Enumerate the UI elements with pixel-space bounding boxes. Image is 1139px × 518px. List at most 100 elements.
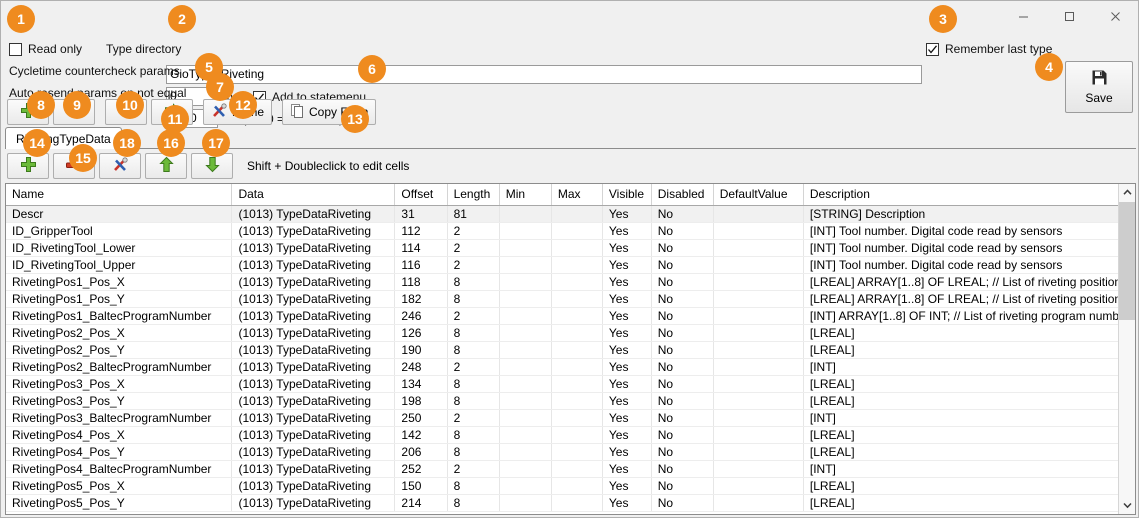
- cell-min[interactable]: [499, 324, 552, 342]
- cell-visible[interactable]: Yes: [602, 375, 652, 393]
- cell-name[interactable]: RivetingPos5_Pos_Y: [6, 494, 233, 512]
- cell-description[interactable]: [LREAL] ARRAY[1..8] OF LREAL; // List of…: [803, 273, 1120, 291]
- cell-defaultvalue[interactable]: [713, 290, 804, 308]
- table-row[interactable]: RivetingPos4_Pos_Y (1013) TypeDataRivetin…: [6, 443, 1120, 461]
- cell-visible[interactable]: Yes: [602, 239, 652, 257]
- cell-offset[interactable]: 150: [394, 477, 448, 495]
- table-row[interactable]: RivetingPos5_Pos_Y (1013) TypeDataRivetin…: [6, 494, 1120, 512]
- cell-defaultvalue[interactable]: [713, 358, 804, 376]
- vertical-scrollbar[interactable]: [1118, 184, 1135, 514]
- cell-disabled[interactable]: No: [651, 324, 714, 342]
- cell-name[interactable]: RivetingPos2_BaltecProgramNumber: [6, 358, 233, 376]
- cell-name[interactable]: RivetingPos3_BaltecProgramNumber: [6, 409, 233, 427]
- cell-offset[interactable]: 118: [394, 273, 448, 291]
- cell-defaultvalue[interactable]: [713, 205, 804, 223]
- cell-min[interactable]: [499, 256, 552, 274]
- cell-offset[interactable]: 31: [394, 205, 448, 223]
- cell-offset[interactable]: 112: [394, 222, 448, 240]
- column-header-visible[interactable]: Visible: [602, 184, 652, 206]
- move-row-up-button[interactable]: [145, 153, 187, 179]
- cell-offset[interactable]: 116: [394, 256, 448, 274]
- cell-data[interactable]: (1013) TypeDataRiveting: [231, 290, 396, 308]
- cell-min[interactable]: [499, 273, 552, 291]
- cell-description[interactable]: [LREAL]: [803, 443, 1120, 461]
- cell-name[interactable]: RivetingPos3_Pos_Y: [6, 392, 233, 410]
- cell-visible[interactable]: Yes: [602, 409, 652, 427]
- table-row[interactable]: ID_RivetingTool_Lower (1013) TypeDataRive…: [6, 239, 1120, 257]
- scroll-up-icon[interactable]: [1119, 184, 1135, 201]
- cell-length[interactable]: 2: [447, 358, 500, 376]
- cell-offset[interactable]: 142: [394, 426, 448, 444]
- cell-visible[interactable]: Yes: [602, 460, 652, 478]
- cell-data[interactable]: (1013) TypeDataRiveting: [231, 256, 396, 274]
- cell-max[interactable]: [551, 324, 603, 342]
- cell-min[interactable]: [499, 205, 552, 223]
- cell-visible[interactable]: Yes: [602, 426, 652, 444]
- cell-length[interactable]: 2: [447, 256, 500, 274]
- column-header-min[interactable]: Min: [499, 184, 552, 206]
- cell-data[interactable]: (1013) TypeDataRiveting: [231, 409, 396, 427]
- cell-offset[interactable]: 190: [394, 341, 448, 359]
- cell-description[interactable]: [STRING] Description: [803, 205, 1120, 223]
- cell-name[interactable]: RivetingPos5_Pos_X: [6, 477, 233, 495]
- cell-min[interactable]: [499, 409, 552, 427]
- column-header-name[interactable]: Name: [6, 184, 233, 206]
- cell-min[interactable]: [499, 290, 552, 308]
- cell-defaultvalue[interactable]: [713, 460, 804, 478]
- cell-description[interactable]: [LREAL]: [803, 324, 1120, 342]
- type-directory-input[interactable]: GioTypesRiveting: [166, 65, 922, 84]
- cell-min[interactable]: [499, 307, 552, 325]
- cell-disabled[interactable]: No: [651, 494, 714, 512]
- cell-max[interactable]: [551, 426, 603, 444]
- cell-defaultvalue[interactable]: [713, 307, 804, 325]
- table-row[interactable]: RivetingPos3_Pos_Y (1013) TypeDataRivetin…: [6, 392, 1120, 410]
- cell-defaultvalue[interactable]: [713, 341, 804, 359]
- cell-data[interactable]: (1013) TypeDataRiveting: [231, 375, 396, 393]
- cell-description[interactable]: [INT] Tool number. Digital code read by …: [803, 256, 1120, 274]
- cell-data[interactable]: (1013) TypeDataRiveting: [231, 392, 396, 410]
- scroll-down-icon[interactable]: [1119, 497, 1135, 514]
- cell-min[interactable]: [499, 239, 552, 257]
- cell-name[interactable]: RivetingPos2_Pos_X: [6, 324, 233, 342]
- cell-disabled[interactable]: No: [651, 256, 714, 274]
- cell-offset[interactable]: 182: [394, 290, 448, 308]
- cell-description[interactable]: [LREAL]: [803, 477, 1120, 495]
- cell-length[interactable]: 81: [447, 205, 500, 223]
- add-row-button[interactable]: [7, 153, 49, 179]
- cell-offset[interactable]: 250: [394, 409, 448, 427]
- cell-visible[interactable]: Yes: [602, 358, 652, 376]
- cell-max[interactable]: [551, 409, 603, 427]
- cell-data[interactable]: (1013) TypeDataRiveting: [231, 477, 396, 495]
- cell-offset[interactable]: 248: [394, 358, 448, 376]
- cell-name[interactable]: RivetingPos1_BaltecProgramNumber: [6, 307, 233, 325]
- cell-data[interactable]: (1013) TypeDataRiveting: [231, 273, 396, 291]
- cell-data[interactable]: (1013) TypeDataRiveting: [231, 307, 396, 325]
- cell-data[interactable]: (1013) TypeDataRiveting: [231, 205, 396, 223]
- cell-offset[interactable]: 126: [394, 324, 448, 342]
- cell-visible[interactable]: Yes: [602, 205, 652, 223]
- cell-name[interactable]: ID_RivetingTool_Lower: [6, 239, 233, 257]
- cell-data[interactable]: (1013) TypeDataRiveting: [231, 358, 396, 376]
- cell-max[interactable]: [551, 307, 603, 325]
- table-row[interactable]: RivetingPos1_Pos_Y (1013) TypeDataRivetin…: [6, 290, 1120, 308]
- cell-length[interactable]: 2: [447, 460, 500, 478]
- cell-disabled[interactable]: No: [651, 443, 714, 461]
- cell-length[interactable]: 8: [447, 392, 500, 410]
- table-row[interactable]: RivetingPos3_BaltecProgramNumber (1013) T…: [6, 409, 1120, 427]
- cell-name[interactable]: Descr: [6, 205, 233, 223]
- cell-visible[interactable]: Yes: [602, 494, 652, 512]
- cell-max[interactable]: [551, 273, 603, 291]
- cell-description[interactable]: [LREAL]: [803, 494, 1120, 512]
- cell-offset[interactable]: 206: [394, 443, 448, 461]
- cell-max[interactable]: [551, 443, 603, 461]
- cell-description[interactable]: [LREAL] ARRAY[1..8] OF LREAL; // List of…: [803, 290, 1120, 308]
- cell-data[interactable]: (1013) TypeDataRiveting: [231, 222, 396, 240]
- cell-length[interactable]: 8: [447, 273, 500, 291]
- cell-max[interactable]: [551, 222, 603, 240]
- cell-disabled[interactable]: No: [651, 460, 714, 478]
- cell-disabled[interactable]: No: [651, 341, 714, 359]
- cell-length[interactable]: 8: [447, 443, 500, 461]
- cell-min[interactable]: [499, 375, 552, 393]
- cell-name[interactable]: ID_RivetingTool_Upper: [6, 256, 233, 274]
- cell-description[interactable]: [INT]: [803, 358, 1120, 376]
